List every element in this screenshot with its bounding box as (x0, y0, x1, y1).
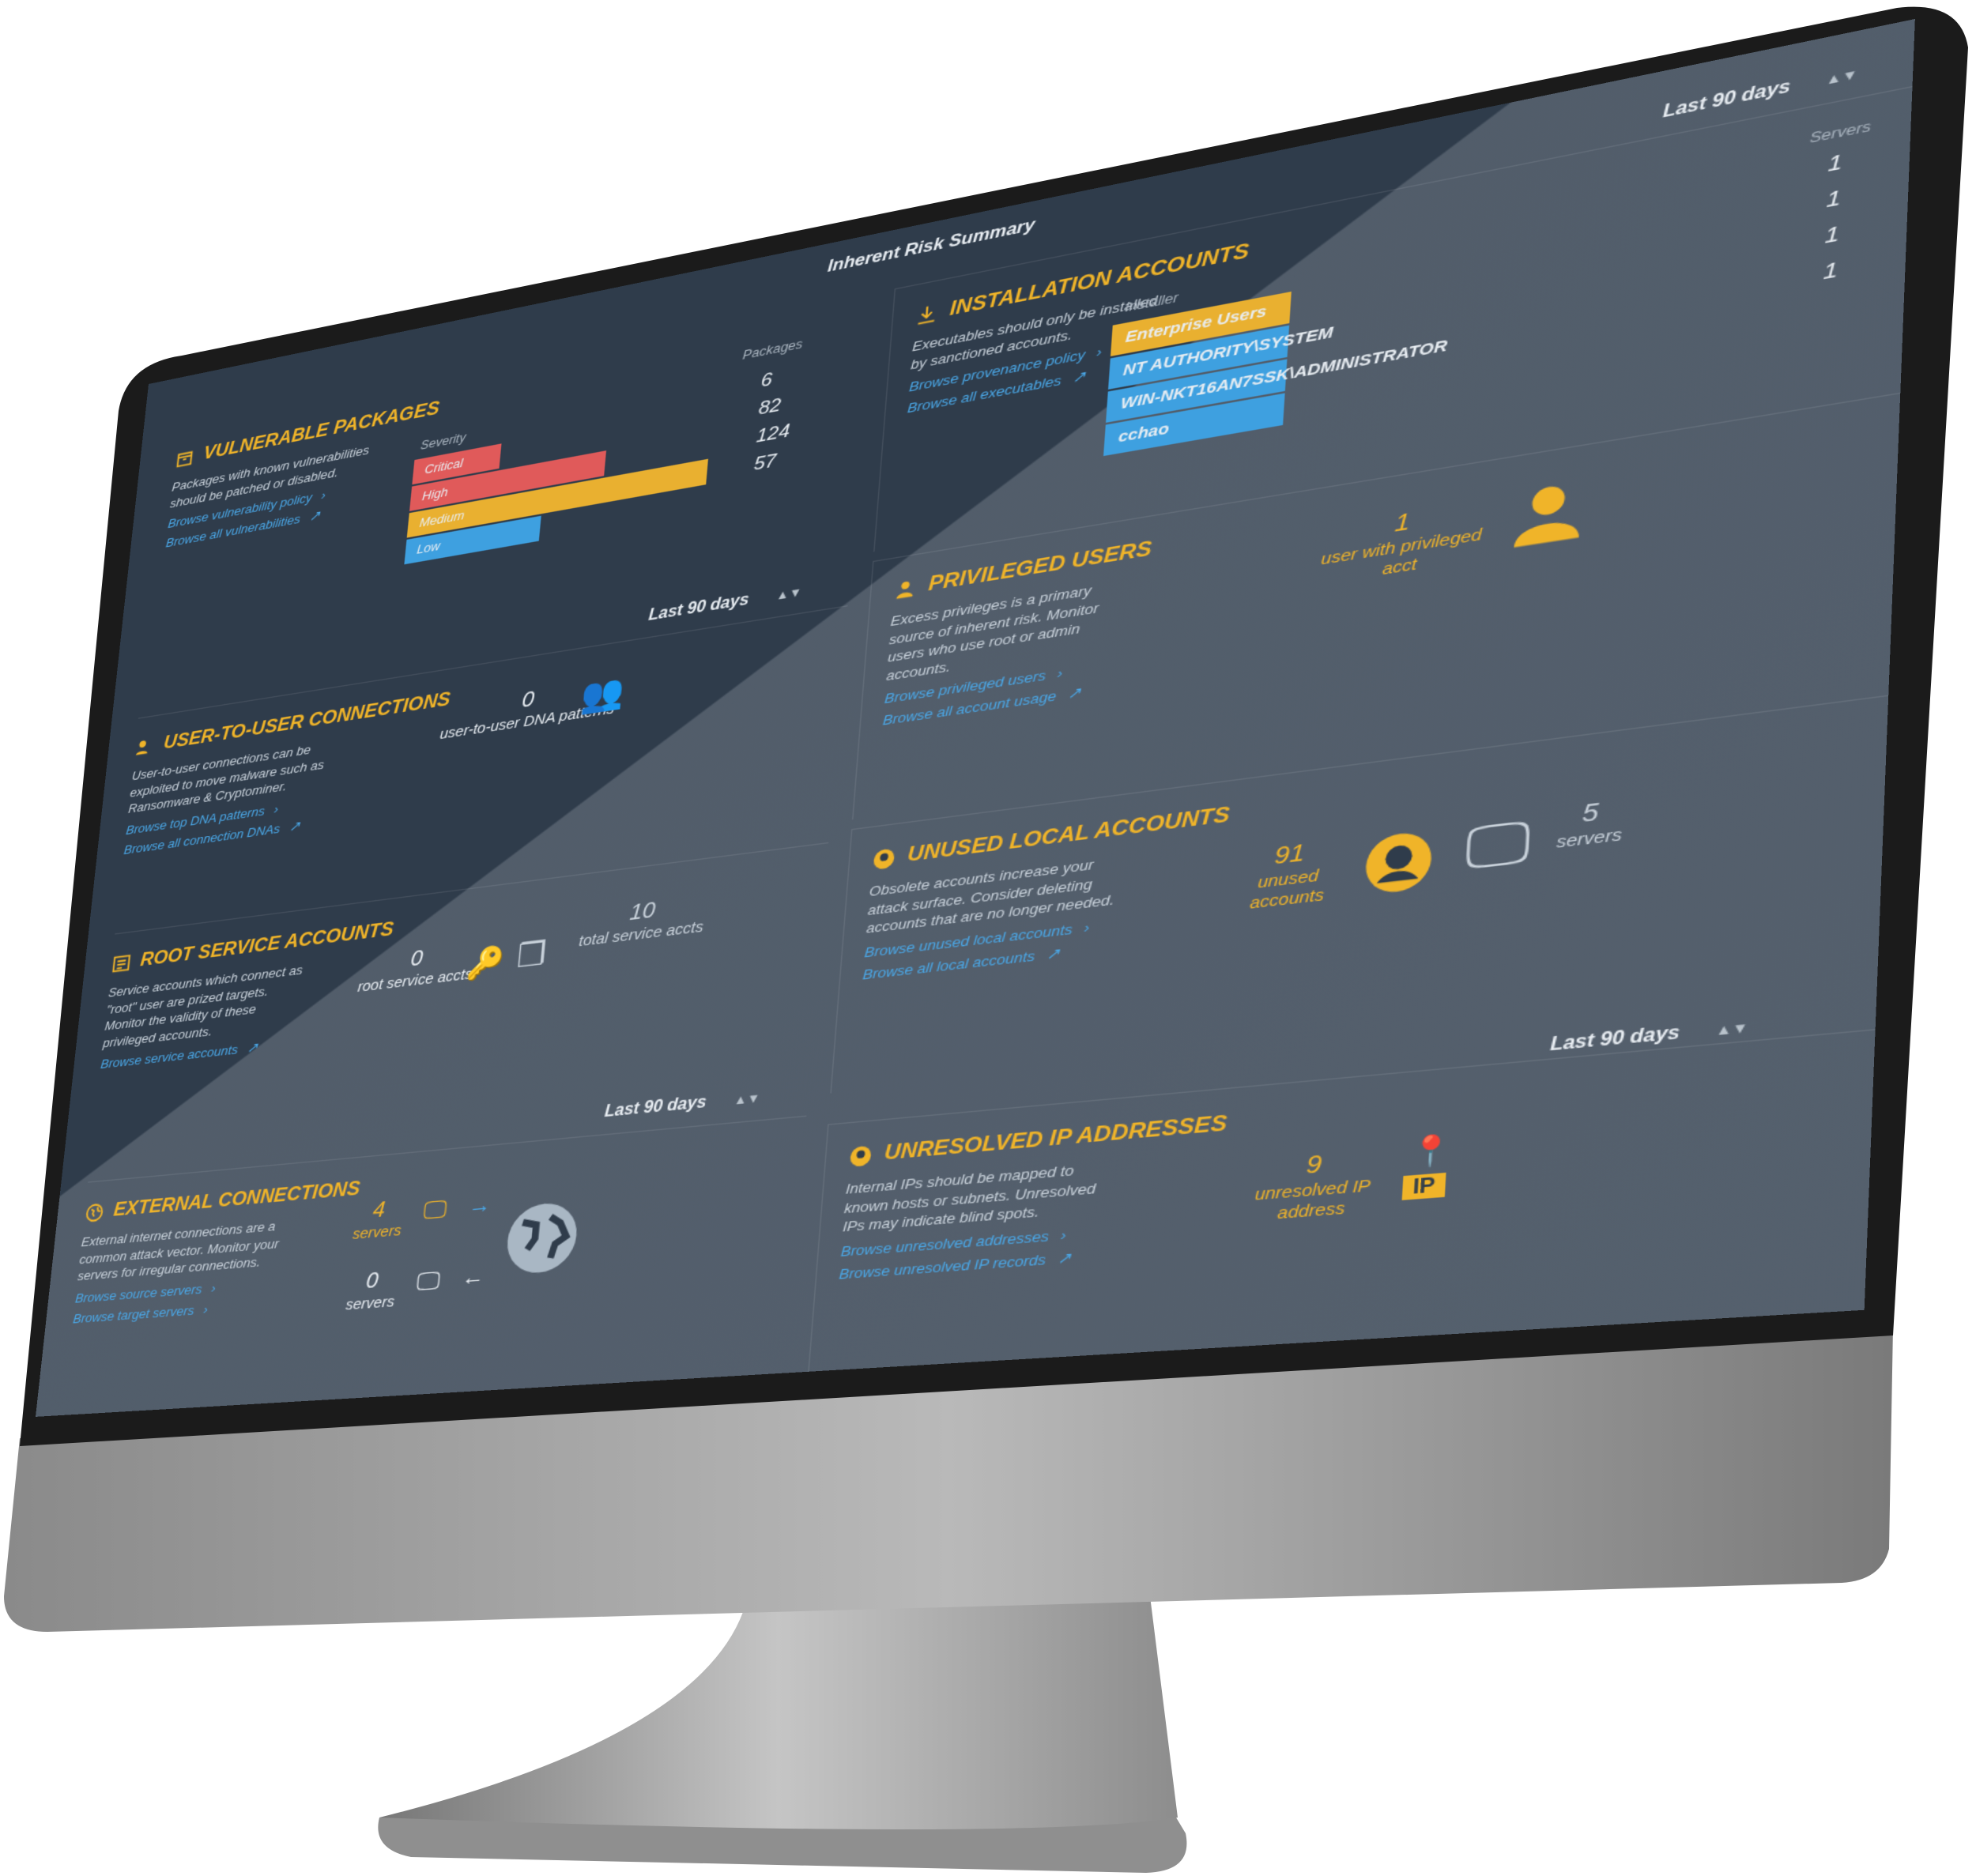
external-link-icon: ↗ (1057, 1249, 1073, 1267)
sort-icon: ▲▼ (1715, 1019, 1749, 1039)
sort-icon: ▲▼ (1825, 66, 1859, 89)
external-link-icon: ↗ (246, 1039, 259, 1056)
windows-icon: ❐ (515, 934, 549, 975)
users-icon: 👥 (579, 672, 626, 717)
inbound-servers-stat: 0 servers (345, 1267, 396, 1313)
severity-header: Severity (420, 429, 467, 453)
unresolved-ip-stat: 9 unresolved IP address (1254, 1149, 1371, 1224)
outbound-servers-stat: 4 servers (352, 1196, 402, 1243)
chevron-right-icon: › (1084, 918, 1091, 936)
user-circle-icon (849, 1144, 872, 1167)
external-link-icon: ↗ (1072, 367, 1087, 386)
panel-title: ROOT SERVICE ACCOUNTS (139, 917, 395, 971)
chevron-right-icon: › (210, 1279, 217, 1296)
globe-icon (84, 1200, 106, 1223)
user-circle-icon (1364, 830, 1433, 895)
chevron-right-icon: › (1060, 1226, 1067, 1244)
download-icon (914, 301, 940, 328)
installer-server-count: 1 (1827, 150, 1843, 178)
package-count: 6 (760, 368, 774, 392)
installer-server-count: 1 (1825, 186, 1842, 213)
list-icon (111, 951, 133, 975)
panel-description: External internet connections are a comm… (77, 1218, 280, 1284)
package-icon (174, 446, 196, 469)
ip-badge: IP (1401, 1172, 1446, 1200)
external-link-icon: ↗ (288, 818, 301, 834)
user-icon (896, 580, 914, 599)
user-icon (1514, 484, 1580, 548)
chevron-right-icon: › (320, 488, 326, 503)
sort-icon: ▲▼ (733, 1090, 761, 1108)
key-icon: 🔑 (465, 944, 506, 983)
arrow-right-icon: → (467, 1191, 492, 1219)
location-pin-icon: 📍 (1408, 1132, 1453, 1170)
package-count: 124 (755, 420, 791, 448)
panel-title: UNRESOLVED IP ADDRESSES (883, 1111, 1228, 1166)
external-link-icon: ↗ (1046, 944, 1061, 962)
installer-server-count: 1 (1822, 258, 1838, 285)
date-range-select[interactable]: Last 90 days▲▼ (604, 1088, 761, 1121)
external-connections-panel: EXTERNAL CONNECTIONS External internet c… (62, 1115, 807, 1417)
monitor-icon: 🖵 (422, 1195, 448, 1225)
chevron-right-icon: › (1057, 665, 1064, 682)
package-count: 82 (757, 394, 782, 420)
monitor-icon: 🖵 (1463, 808, 1533, 883)
root-accounts-stat: 0 root service accts (356, 944, 473, 996)
users-icon (135, 740, 148, 755)
unused-accounts-stat: 91 unused accounts (1249, 838, 1325, 914)
chevron-right-icon: › (273, 801, 280, 816)
external-link-icon: ↗ (308, 507, 322, 525)
package-count: 57 (752, 450, 778, 476)
monitor-stand-neck (379, 1596, 1178, 1829)
arrow-left-icon: ← (461, 1263, 486, 1290)
chevron-right-icon: › (1095, 343, 1103, 360)
monitor-icon: 🖵 (415, 1266, 442, 1296)
external-link-icon: ↗ (1067, 684, 1082, 703)
panel-description: Internal IPs should be mapped to known h… (842, 1162, 1097, 1235)
installer-server-count: 1 (1823, 222, 1840, 249)
panel-title: EXTERNAL CONNECTIONS (112, 1177, 361, 1221)
user-circle-icon (873, 847, 896, 870)
globe-icon (504, 1200, 587, 1275)
unused-servers-stat: 5 servers (1556, 797, 1623, 852)
sort-icon: ▲▼ (775, 584, 803, 603)
chevron-right-icon: › (202, 1301, 209, 1317)
